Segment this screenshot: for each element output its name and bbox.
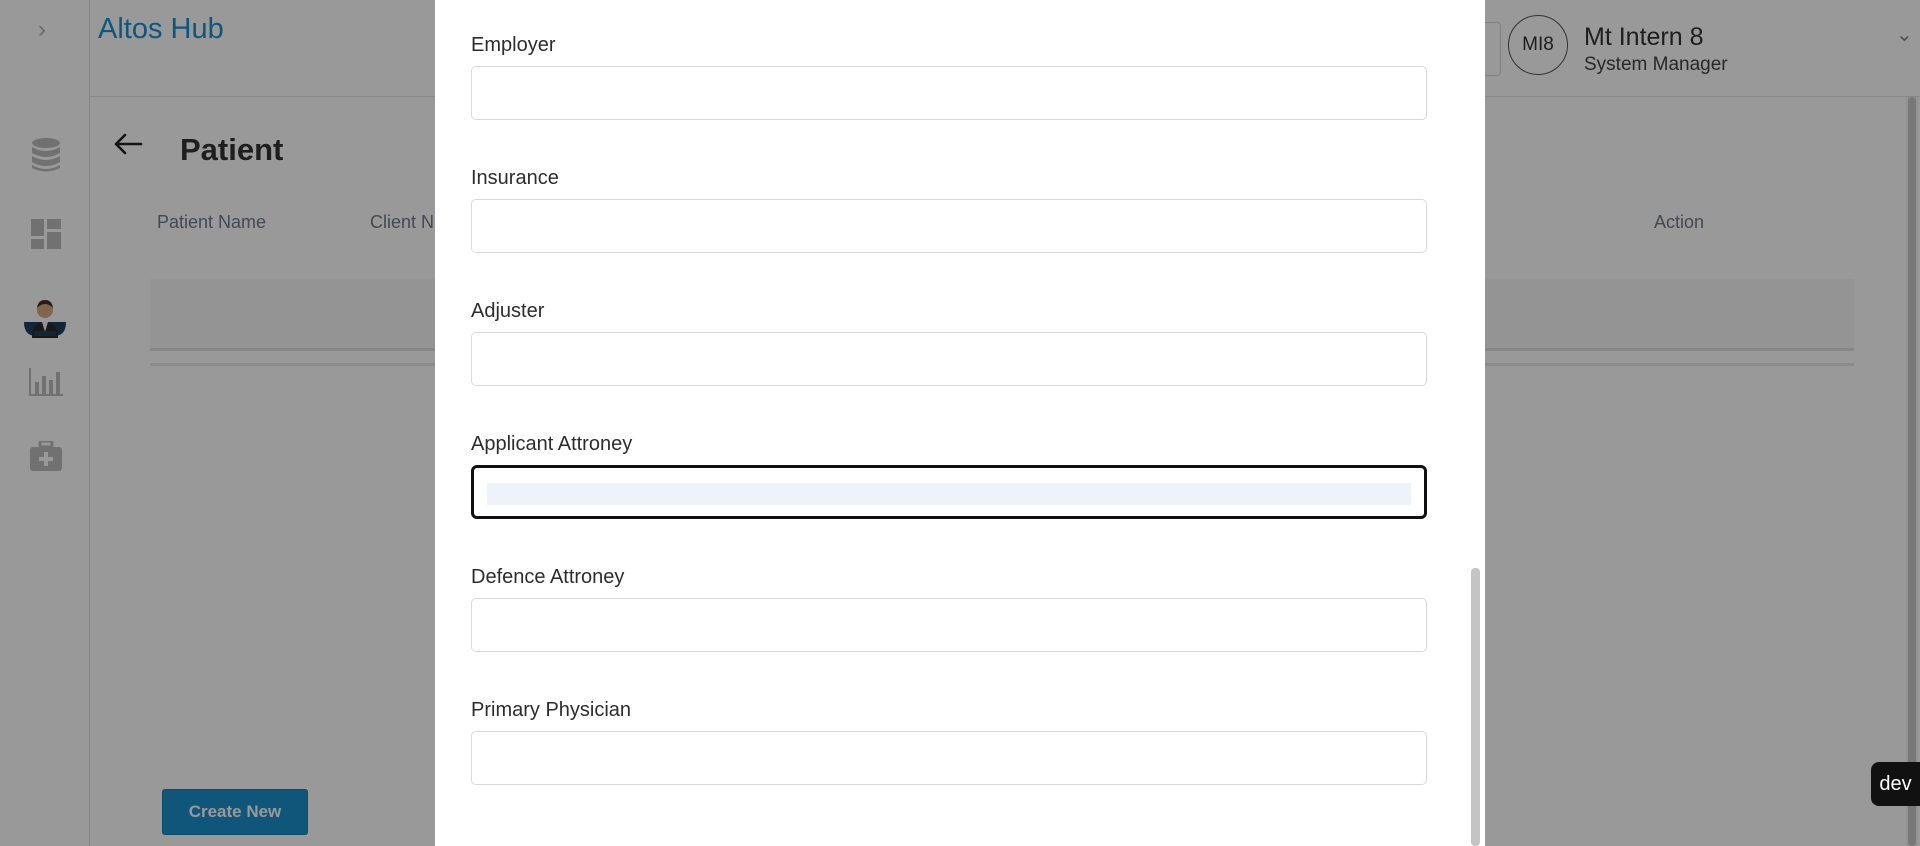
adjuster-field[interactable] — [471, 332, 1427, 386]
defence-attorney-label: Defence Attroney — [471, 566, 625, 588]
patient-form-modal: Employer Insurance Adjuster Applicant At… — [435, 0, 1485, 846]
modal-scrollbar[interactable] — [1471, 568, 1480, 846]
insurance-label: Insurance — [471, 167, 559, 189]
env-badge: dev — [1871, 762, 1920, 806]
defence-attorney-field[interactable] — [471, 598, 1427, 652]
adjuster-label: Adjuster — [471, 300, 545, 322]
autofill-highlight — [487, 483, 1411, 505]
applicant-attorney-label: Applicant Attroney — [471, 433, 633, 455]
employer-label: Employer — [471, 34, 556, 56]
primary-physician-label: Primary Physician — [471, 699, 632, 721]
primary-physician-field[interactable] — [471, 731, 1427, 785]
insurance-field[interactable] — [471, 199, 1427, 253]
employer-field[interactable] — [471, 66, 1427, 120]
